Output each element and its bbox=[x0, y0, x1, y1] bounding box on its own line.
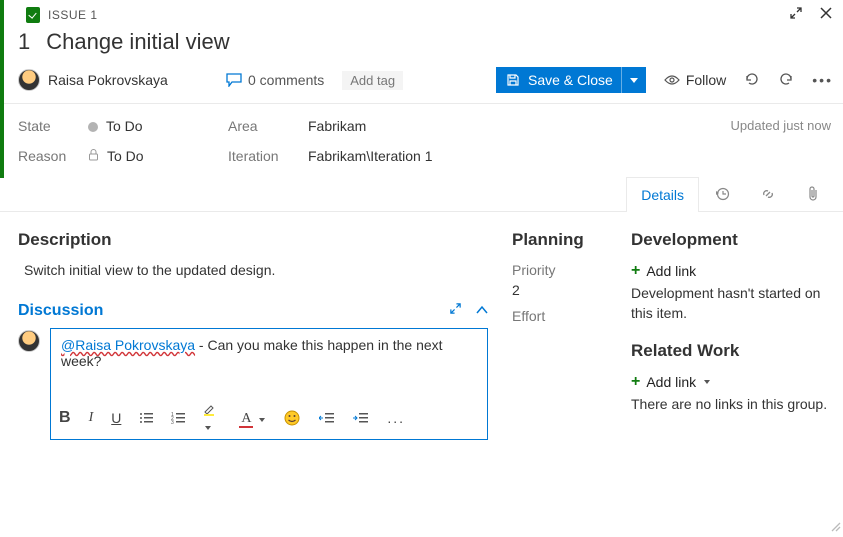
discussion-row: @Raisa Pokrovskaya - Can you make this h… bbox=[18, 328, 488, 440]
assignee-picker[interactable]: Raisa Pokrovskaya bbox=[18, 69, 208, 91]
reason-value[interactable]: To Do bbox=[88, 148, 228, 164]
development-empty-text: Development hasn't started on this item. bbox=[631, 284, 831, 323]
updated-timestamp: Updated just now bbox=[731, 118, 831, 164]
related-add-link[interactable]: + Add link bbox=[631, 373, 831, 391]
follow-button[interactable]: Follow bbox=[664, 72, 726, 88]
planning-heading: Planning bbox=[512, 230, 607, 250]
plus-icon: + bbox=[631, 262, 640, 280]
state-dot-icon bbox=[88, 122, 98, 132]
column-planning: Planning Priority 2 Effort bbox=[512, 224, 607, 440]
discussion-collapse-icon[interactable] bbox=[476, 302, 488, 320]
priority-value[interactable]: 2 bbox=[512, 282, 607, 298]
more-actions-icon[interactable]: ••• bbox=[812, 72, 833, 88]
history-icon bbox=[714, 186, 730, 202]
bold-button[interactable]: B bbox=[59, 409, 71, 427]
indent-button[interactable] bbox=[353, 412, 369, 424]
eye-icon bbox=[664, 74, 680, 86]
refresh-icon[interactable] bbox=[744, 71, 760, 90]
tab-details[interactable]: Details bbox=[626, 177, 699, 212]
type-color-strip bbox=[0, 0, 4, 178]
description-text[interactable]: Switch initial view to the updated desig… bbox=[24, 262, 488, 278]
related-empty-text: There are no links in this group. bbox=[631, 395, 831, 415]
tab-attachments[interactable] bbox=[791, 176, 835, 211]
rich-text-toolbar: B I U 123 A ... bbox=[59, 403, 479, 433]
avatar bbox=[18, 69, 40, 91]
title-row: 1 Change initial view bbox=[0, 25, 843, 65]
priority-label: Priority bbox=[512, 262, 607, 278]
undo-icon[interactable] bbox=[778, 71, 794, 90]
font-color-button[interactable]: A bbox=[239, 409, 265, 427]
underline-button[interactable]: U bbox=[111, 410, 121, 426]
column-left: Description Switch initial view to the u… bbox=[18, 224, 488, 440]
numbered-list-button[interactable]: 123 bbox=[171, 412, 185, 424]
work-item-title[interactable]: Change initial view bbox=[46, 29, 229, 55]
link-icon bbox=[760, 186, 776, 202]
issue-breadcrumb: ISSUE 1 bbox=[48, 8, 98, 22]
tab-strip: Details bbox=[0, 176, 843, 212]
state-value[interactable]: To Do bbox=[88, 118, 228, 134]
description-heading: Description bbox=[18, 230, 488, 250]
development-heading: Development bbox=[631, 230, 831, 250]
save-icon bbox=[506, 73, 520, 87]
window-topbar: ISSUE 1 bbox=[0, 0, 843, 25]
resize-grip-icon[interactable] bbox=[829, 519, 841, 535]
italic-button[interactable]: I bbox=[89, 410, 94, 426]
svg-text:3: 3 bbox=[171, 420, 174, 424]
more-format-button[interactable]: ... bbox=[387, 410, 405, 426]
tab-links[interactable] bbox=[745, 176, 791, 211]
outdent-button[interactable] bbox=[319, 412, 335, 424]
avatar bbox=[18, 330, 40, 352]
issue-type-icon bbox=[26, 7, 40, 23]
work-item-id: 1 bbox=[18, 29, 30, 55]
save-dropdown-caret[interactable] bbox=[630, 78, 638, 83]
area-value[interactable]: Fabrikam bbox=[308, 118, 548, 134]
related-work-heading: Related Work bbox=[631, 341, 831, 361]
discussion-heading: Discussion bbox=[18, 302, 488, 320]
add-tag-button[interactable]: Add tag bbox=[342, 71, 403, 90]
discussion-editor[interactable]: @Raisa Pokrovskaya - Can you make this h… bbox=[50, 328, 488, 440]
emoji-button[interactable] bbox=[283, 409, 301, 427]
development-add-link[interactable]: + Add link bbox=[631, 262, 831, 280]
toolbar: Raisa Pokrovskaya 0 comments Add tag Sav… bbox=[0, 65, 843, 103]
iteration-label: Iteration bbox=[228, 148, 308, 164]
iteration-value[interactable]: Fabrikam\Iteration 1 bbox=[308, 148, 548, 164]
body: Description Switch initial view to the u… bbox=[0, 212, 843, 440]
state-label: State bbox=[18, 118, 88, 134]
reason-label: Reason bbox=[18, 148, 88, 164]
plus-icon: + bbox=[631, 373, 640, 391]
mention[interactable]: @Raisa Pokrovskaya bbox=[61, 337, 195, 353]
tab-history[interactable] bbox=[699, 176, 745, 211]
highlight-button[interactable] bbox=[203, 403, 221, 433]
effort-label: Effort bbox=[512, 308, 607, 324]
assignee-name: Raisa Pokrovskaya bbox=[48, 72, 168, 88]
close-icon[interactable] bbox=[819, 6, 833, 23]
lock-icon bbox=[88, 148, 99, 164]
column-right: Development + Add link Development hasn'… bbox=[631, 224, 831, 440]
comment-icon bbox=[226, 73, 242, 87]
meta-section: State To Do Area Fabrikam Reason To Do I… bbox=[0, 104, 843, 176]
maximize-icon[interactable] bbox=[789, 6, 803, 23]
chevron-down-icon bbox=[704, 380, 710, 384]
area-label: Area bbox=[228, 118, 308, 134]
bullet-list-button[interactable] bbox=[139, 412, 153, 424]
discussion-expand-icon[interactable] bbox=[449, 302, 462, 320]
attachment-icon bbox=[806, 186, 820, 202]
comments-count[interactable]: 0 comments bbox=[226, 72, 324, 88]
save-and-close-button[interactable]: Save & Close bbox=[496, 67, 646, 93]
